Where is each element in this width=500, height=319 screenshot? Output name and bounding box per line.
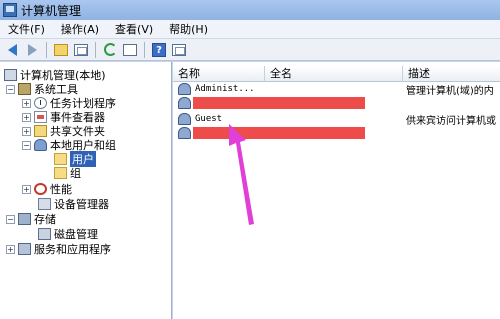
properties-button[interactable]: [170, 41, 188, 59]
back-arrow-icon: [7, 43, 17, 56]
users-icon: [34, 139, 47, 151]
window-title: 计算机管理: [21, 3, 82, 18]
tree-label: 组: [70, 167, 81, 180]
toolbar-separator: [144, 41, 145, 58]
disk-icon: [38, 228, 51, 240]
tree-item-users[interactable]: 用户: [54, 151, 96, 167]
up-level-button[interactable]: [52, 41, 70, 59]
user-description: 供来宾访问计算机或: [406, 115, 496, 127]
services-icon: [18, 243, 31, 255]
collapse-toggle[interactable]: −: [22, 140, 31, 150]
refresh-icon: [103, 43, 117, 56]
column-header-fullname[interactable]: 全名: [265, 66, 403, 82]
tree-label: 磁盘管理: [54, 228, 98, 241]
tree-item-shared-folders[interactable]: + 共享文件夹: [22, 124, 105, 138]
list-row[interactable]: [173, 96, 500, 110]
computer-icon: [4, 69, 17, 81]
user-icon: [178, 127, 191, 139]
expand-toggle[interactable]: +: [22, 126, 31, 136]
users-list: 名称 全名 描述 Administ... 管理计算机(域)的内 Guest 供来…: [173, 62, 500, 319]
toolbar-separator: [46, 41, 47, 58]
column-header-description[interactable]: 描述: [403, 66, 500, 82]
tree-item-event-viewer[interactable]: + 事件查看器: [22, 110, 105, 124]
menu-file[interactable]: 文件(F): [0, 21, 53, 37]
expand-toggle[interactable]: +: [22, 112, 31, 122]
tree-item-task-scheduler[interactable]: + 任务计划程序: [22, 96, 116, 110]
folder-icon: [54, 153, 67, 165]
user-icon: [178, 97, 191, 109]
tree-label: 设备管理器: [54, 198, 109, 211]
forward-button[interactable]: [23, 41, 41, 59]
menu-bar: 文件(F) 操作(A) 查看(V) 帮助(H): [0, 20, 500, 39]
toolbar: ?: [0, 39, 500, 61]
tree-item-disk-management[interactable]: 磁盘管理: [38, 227, 98, 241]
redaction-bar: [193, 127, 365, 139]
menu-action[interactable]: 操作(A): [53, 21, 107, 37]
redaction-bar: [193, 97, 365, 109]
user-name: Administ...: [195, 84, 255, 94]
list-row[interactable]: Administ... 管理计算机(域)的内: [173, 82, 500, 97]
expand-toggle[interactable]: +: [22, 184, 31, 194]
expand-toggle[interactable]: +: [6, 244, 15, 254]
tree-label: 性能: [50, 183, 72, 196]
user-icon: [178, 83, 191, 95]
clock-icon: [34, 97, 47, 109]
forward-arrow-icon: [27, 43, 37, 56]
refresh-button[interactable]: [101, 41, 119, 59]
folder-up-icon: [54, 43, 68, 56]
shared-folder-icon: [34, 125, 47, 137]
tree-label: 服务和应用程序: [34, 243, 111, 256]
folder-icon: [54, 167, 67, 179]
tree-item-local-users-groups[interactable]: − 本地用户和组: [22, 138, 116, 152]
export-list-icon: [123, 43, 137, 56]
device-manager-icon: [38, 198, 51, 210]
tree-item-system-tools[interactable]: − 系统工具: [6, 82, 78, 96]
tree-item-performance[interactable]: + 性能: [22, 182, 72, 196]
title-bar: 计算机管理: [0, 0, 500, 20]
help-icon: ?: [152, 42, 166, 57]
expand-toggle[interactable]: +: [22, 98, 31, 108]
collapse-toggle[interactable]: −: [6, 84, 15, 94]
computer-management-icon: [3, 3, 17, 17]
tree-label: 存储: [34, 213, 56, 226]
console-tree: 计算机管理(本地) − 系统工具 + 任务计划程序 + 事件查看器 + 共享文件…: [0, 62, 172, 319]
tree-item-services-apps[interactable]: + 服务和应用程序: [6, 242, 111, 256]
menu-help[interactable]: 帮助(H): [161, 21, 216, 37]
user-description: 管理计算机(域)的内: [406, 85, 494, 97]
tree-item-storage[interactable]: − 存储: [6, 212, 56, 226]
properties-icon: [172, 43, 186, 56]
back-button[interactable]: [3, 41, 21, 59]
menu-view[interactable]: 查看(V): [107, 21, 161, 37]
console-tree-icon: [74, 43, 88, 56]
tree-item-groups[interactable]: 组: [54, 166, 81, 180]
tree-item-device-manager[interactable]: 设备管理器: [38, 197, 109, 211]
list-row[interactable]: Guest 供来宾访问计算机或: [173, 112, 500, 127]
user-icon: [178, 113, 191, 125]
help-button[interactable]: ?: [150, 41, 168, 59]
collapse-toggle[interactable]: −: [6, 214, 15, 224]
list-header: 名称 全名 描述: [173, 66, 500, 82]
tree-item-root[interactable]: 计算机管理(本地): [4, 68, 106, 82]
performance-icon: [34, 183, 47, 195]
tools-icon: [18, 83, 31, 95]
event-log-icon: [34, 111, 47, 123]
list-row[interactable]: [173, 126, 500, 140]
user-name: Guest: [195, 114, 223, 124]
export-list-button[interactable]: [121, 41, 139, 59]
show-tree-button[interactable]: [72, 41, 90, 59]
toolbar-separator: [95, 41, 96, 58]
storage-icon: [18, 213, 31, 225]
column-header-name[interactable]: 名称: [173, 66, 265, 82]
